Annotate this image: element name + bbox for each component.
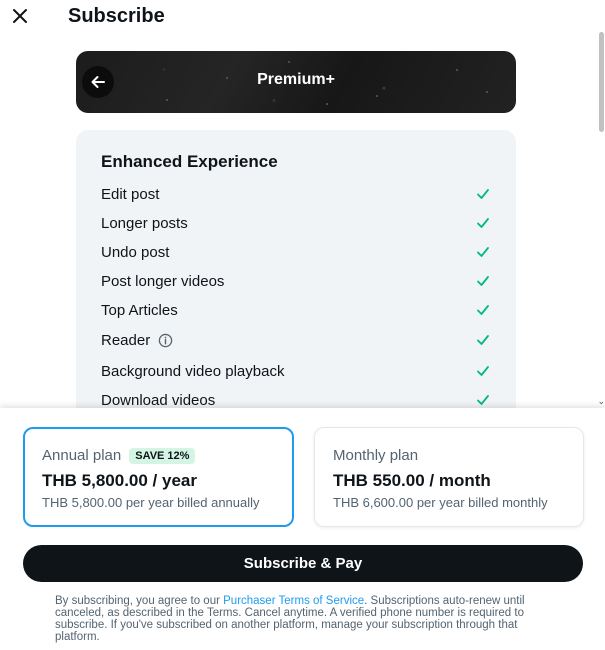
legal-text: By subscribing, you agree to our (55, 595, 224, 607)
feature-label: Reader (101, 331, 151, 349)
feature-label: Edit post (101, 185, 160, 203)
plan-details-scroll-area[interactable]: Premium+ Enhanced Experience Edit post L… (0, 36, 598, 408)
plan-title: Premium+ (257, 71, 335, 88)
feature-label: Background video playback (101, 362, 285, 380)
plan-name: Monthly plan (333, 447, 419, 464)
check-icon (475, 244, 491, 260)
plan-name-row: Monthly plan (333, 447, 418, 464)
subscribe-pay-button[interactable]: Subscribe & Pay (23, 545, 583, 582)
check-icon (475, 215, 491, 231)
features-heading: Enhanced Experience (101, 152, 278, 171)
check-icon (475, 363, 491, 379)
feature-row: Top Articles (101, 299, 491, 321)
feature-row: Download videos (101, 389, 491, 408)
plan-price: THB 550.00 / month (333, 471, 491, 490)
close-icon (13, 9, 27, 23)
scrollbar-thumb[interactable] (599, 32, 604, 132)
feature-label: Post longer videos (101, 272, 225, 290)
terms-link[interactable]: Purchaser Terms of Service (223, 595, 364, 607)
check-icon (475, 302, 491, 318)
scroll-down-arrow-icon[interactable]: ⌄ (597, 396, 605, 407)
feature-row: Undo post (101, 241, 491, 263)
info-icon[interactable] (158, 333, 173, 348)
features-card: Enhanced Experience Edit post Longer pos… (76, 130, 516, 408)
feature-label: Download videos (101, 391, 216, 409)
plan-price: THB 5,800.00 / year (42, 471, 197, 490)
feature-row: Post longer videos (101, 270, 491, 292)
feature-row: Reader (101, 329, 491, 351)
legal-disclaimer: By subscribing, you agree to our Purchas… (55, 595, 555, 643)
feature-row: Edit post (101, 183, 491, 205)
check-icon (475, 186, 491, 202)
plan-billing-note: THB 6,600.00 per year billed monthly (333, 495, 548, 510)
close-button[interactable] (8, 4, 32, 28)
feature-row: Longer posts (101, 212, 491, 234)
premium-plus-banner: Premium+ (76, 51, 516, 113)
feature-row: Background video playback (101, 360, 491, 382)
feature-label: Top Articles (101, 301, 178, 319)
annual-plan-option[interactable]: Annual plan SAVE 12% THB 5,800.00 / year… (23, 427, 294, 527)
feature-label: Longer posts (101, 214, 188, 232)
scrollbar[interactable]: ⌄ (597, 0, 605, 408)
plan-name-row: Annual plan SAVE 12% (42, 447, 196, 464)
monthly-plan-option[interactable]: Monthly plan THB 550.00 / month THB 6,60… (314, 427, 584, 527)
feature-label: Undo post (101, 243, 170, 261)
plan-name: Annual plan (42, 447, 122, 464)
plan-billing-note: THB 5,800.00 per year billed annually (42, 495, 260, 510)
page-title: Subscribe (68, 5, 165, 27)
check-icon (475, 332, 491, 348)
plan-selection-panel: Annual plan SAVE 12% THB 5,800.00 / year… (0, 408, 605, 650)
header: Subscribe (0, 0, 605, 36)
check-icon (475, 392, 491, 408)
check-icon (475, 273, 491, 289)
save-badge: SAVE 12% (129, 447, 196, 464)
